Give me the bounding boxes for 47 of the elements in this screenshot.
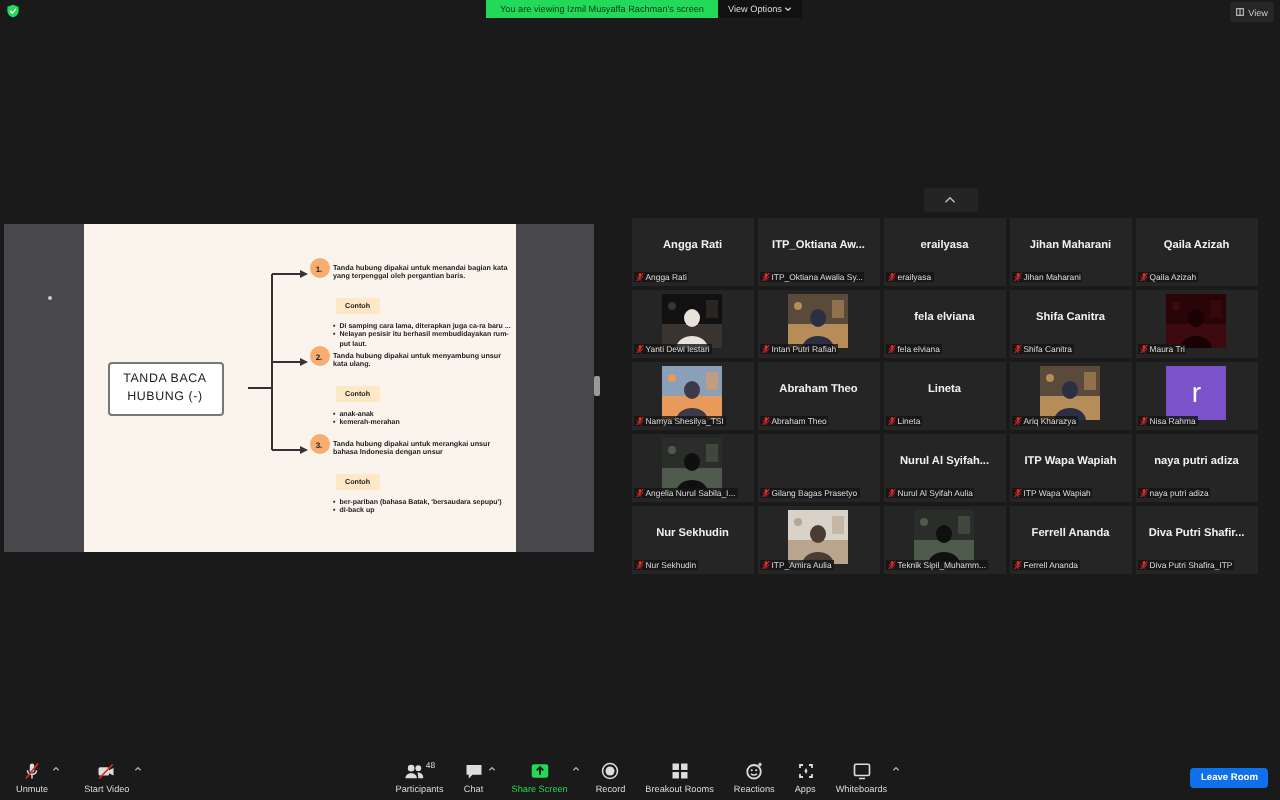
caret-icon[interactable]: [487, 766, 496, 772]
muted-mic-icon: [761, 487, 770, 497]
shield-icon: [6, 3, 20, 17]
muted-mic-icon: [635, 343, 644, 353]
emoji-icon: [744, 762, 765, 780]
muted-mic-icon: [635, 487, 644, 497]
muted-mic-icon: [1013, 343, 1022, 353]
muted-mic-icon: [1139, 343, 1148, 353]
muted-mic-icon: [1139, 559, 1148, 569]
muted-mic-icon: [761, 415, 770, 425]
record-icon: [600, 762, 621, 780]
muted-mic-icon: [1139, 487, 1148, 497]
muted-mic-icon: [635, 415, 644, 425]
muted-mic-icon: [635, 559, 644, 569]
grid-icon: [669, 762, 690, 780]
muted-mic-icon: [1013, 271, 1022, 281]
cursor-dot: [48, 296, 52, 300]
whiteboard-icon: [851, 762, 872, 780]
muted-mic-icon: [1139, 415, 1148, 425]
muted-mic-icon: [887, 415, 896, 425]
muted-mic-icon: [887, 343, 896, 353]
avatar-letter: r: [1166, 365, 1227, 419]
chat-icon: [463, 762, 484, 780]
muted-mic-icon: [761, 343, 770, 353]
caret-icon[interactable]: [52, 766, 61, 772]
chevron-up-icon: [944, 195, 957, 203]
muted-mic-icon: [22, 762, 43, 780]
muted-mic-icon: [761, 559, 770, 569]
share-screen-icon: [529, 762, 550, 780]
muted-mic-icon: [887, 271, 896, 281]
caret-icon[interactable]: [571, 766, 580, 772]
muted-mic-icon: [761, 271, 770, 281]
people-icon: [403, 762, 424, 780]
splitter-handle[interactable]: [594, 376, 600, 396]
muted-mic-icon: [1013, 559, 1022, 569]
caret-icon: [783, 6, 792, 12]
apps-icon: [795, 762, 816, 780]
muted-mic-icon: [1139, 271, 1148, 281]
muted-mic-icon: [635, 271, 644, 281]
caret-icon[interactable]: [133, 766, 142, 772]
muted-mic-icon: [1013, 415, 1022, 425]
caret-icon[interactable]: [891, 766, 900, 772]
video-off-icon: [96, 762, 117, 780]
muted-mic-icon: [887, 487, 896, 497]
muted-mic-icon: [887, 559, 896, 569]
muted-mic-icon: [1013, 487, 1022, 497]
grid-icon: [1236, 8, 1245, 16]
